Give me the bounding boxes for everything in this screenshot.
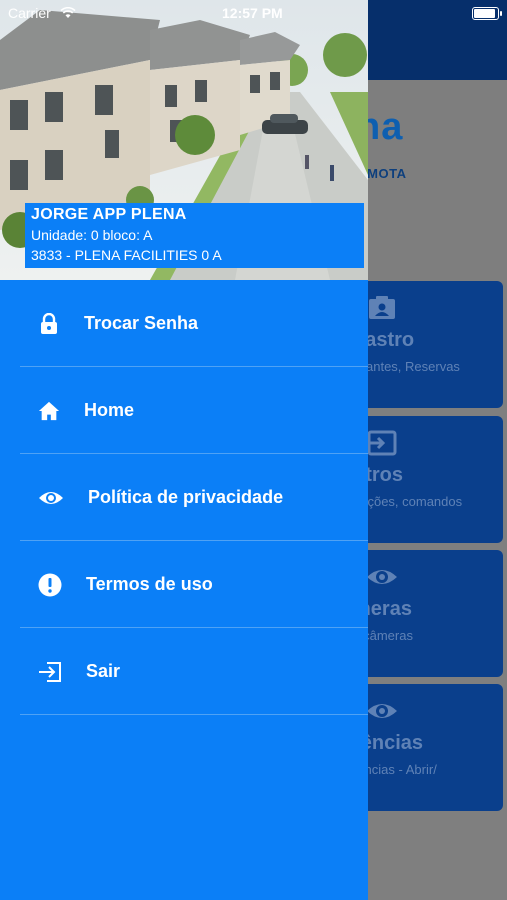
- menu-item-politica-privacidade[interactable]: Política de privacidade: [0, 454, 368, 541]
- menu-item-home[interactable]: Home: [0, 367, 368, 454]
- menu-item-label: Termos de uso: [86, 574, 213, 594]
- eye-icon: [367, 570, 397, 584]
- menu-item-label: Sair: [86, 661, 121, 681]
- battery-icon: [472, 7, 502, 20]
- menu-item-termos-uso[interactable]: Termos de uso: [0, 541, 368, 628]
- carrier-label: Carrier: [8, 5, 51, 21]
- menu-item-sair[interactable]: Sair: [0, 628, 368, 715]
- clock: 12:57 PM: [222, 5, 283, 21]
- home-icon: [38, 400, 60, 422]
- side-drawer: JORGE APP PLENA Unidade: 0 bloco: A 3833…: [0, 0, 368, 900]
- drawer-header: JORGE APP PLENA Unidade: 0 bloco: A 3833…: [0, 0, 368, 280]
- menu-item-label: Home: [84, 400, 135, 420]
- alert-circle-icon: [38, 573, 62, 597]
- menu-item-label: Trocar Senha: [84, 313, 199, 333]
- menu-item-trocar-senha[interactable]: Trocar Senha: [0, 280, 368, 367]
- menu-divider: [20, 714, 368, 715]
- id-card-icon: [369, 296, 395, 319]
- login-arrow-icon: [367, 430, 397, 456]
- user-info-box: JORGE APP PLENA Unidade: 0 bloco: A 3833…: [25, 203, 364, 268]
- user-condo: 3833 - PLENA FACILITIES 0 A: [31, 247, 222, 263]
- lock-icon: [38, 312, 60, 335]
- status-bar: Carrier 12:57 PM: [0, 0, 507, 26]
- wifi-icon: [60, 6, 76, 22]
- menu-item-label: Política de privacidade: [88, 487, 284, 507]
- eye-icon: [367, 704, 397, 718]
- eye-icon: [38, 487, 64, 509]
- logout-icon: [38, 661, 62, 683]
- card-desc: sitantes, Reservas: [353, 359, 460, 374]
- drawer-menu: Trocar Senha Home Política de privacidad…: [0, 280, 368, 715]
- card-desc: dações, comandos: [353, 494, 463, 509]
- user-name: JORGE APP PLENA: [31, 206, 187, 223]
- user-unit: Unidade: 0 bloco: A: [31, 227, 153, 243]
- battery-level: [474, 9, 495, 18]
